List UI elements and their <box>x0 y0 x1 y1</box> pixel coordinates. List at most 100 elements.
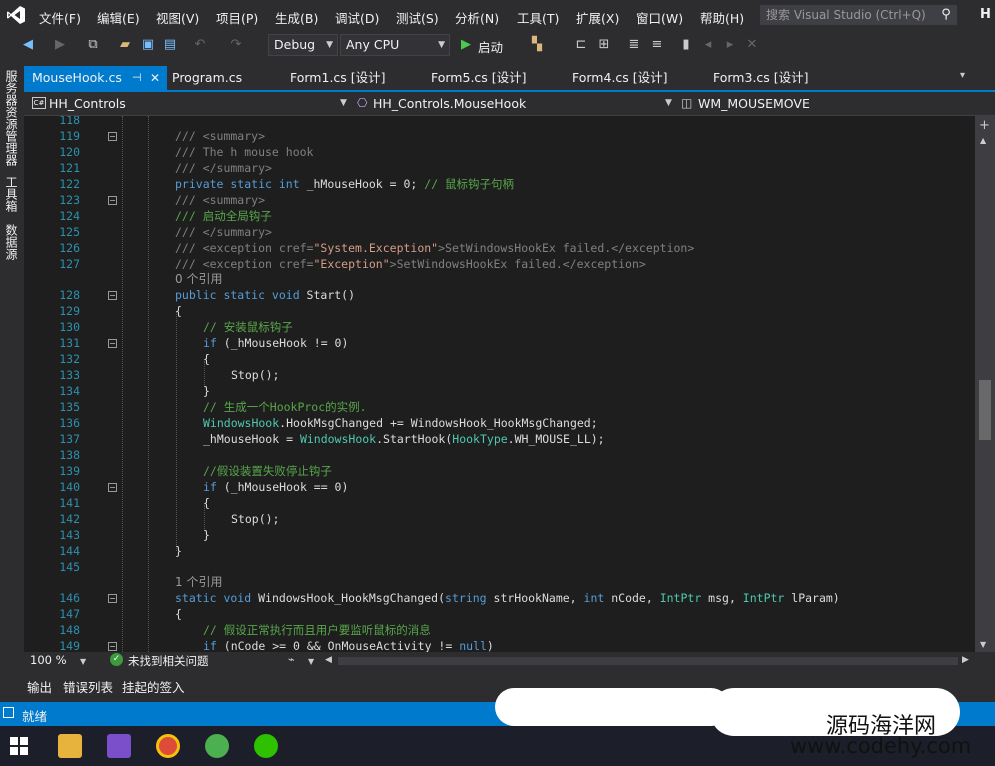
tab-form3[interactable]: Form3.cs [设计] <box>713 66 809 90</box>
indent-guide <box>148 116 149 652</box>
next-bookmark-icon[interactable]: ▸ <box>722 37 738 53</box>
new-project-icon[interactable]: ⧉ <box>85 37 101 53</box>
scroll-left-icon[interactable]: ◀ <box>325 655 332 665</box>
open-folder-icon[interactable]: ▰ <box>117 37 133 53</box>
search-input[interactable]: 搜索 Visual Studio (Ctrl+Q) <box>760 5 935 25</box>
fold-collapse-icon[interactable]: − <box>108 196 117 205</box>
chevron-down-icon[interactable]: ▼ <box>340 98 347 108</box>
bookmark-icon[interactable]: ▮ <box>678 37 694 53</box>
scroll-down-icon[interactable]: ▼ <box>980 640 986 649</box>
wechat-icon[interactable] <box>254 734 278 758</box>
menu-test[interactable]: 测试(S) <box>396 8 439 27</box>
start-icon[interactable]: ▶ <box>458 37 474 53</box>
scroll-right-icon[interactable]: ▶ <box>962 655 969 665</box>
menu-help[interactable]: 帮助(H) <box>700 8 744 27</box>
save-all-icon[interactable]: ▤ <box>162 37 178 53</box>
codelens-references[interactable]: 0 个引用 <box>175 271 222 287</box>
menu-extensions[interactable]: 扩展(X) <box>576 8 619 27</box>
attach-icon[interactable]: ▚ <box>529 37 545 53</box>
menu-window[interactable]: 窗口(W) <box>636 8 683 27</box>
step-icon[interactable]: ⊏ <box>573 37 589 53</box>
tab-form5[interactable]: Form5.cs [设计] <box>431 66 527 90</box>
tab-pending-checkins[interactable]: 挂起的签入 <box>122 677 185 696</box>
field-icon: ◫ <box>681 96 693 110</box>
menu-file[interactable]: 文件(F) <box>39 8 81 27</box>
fold-collapse-icon[interactable]: − <box>108 132 117 141</box>
scroll-up-icon[interactable]: ▲ <box>980 136 986 145</box>
back-icon[interactable]: ◀ <box>20 37 36 53</box>
zoom-level[interactable]: 100 % <box>30 653 67 667</box>
start-button[interactable]: 启动 <box>478 37 503 56</box>
code-line: //假设装置失败停止钩子 <box>203 464 332 478</box>
code-line: } <box>175 544 182 558</box>
menu-analyze[interactable]: 分析(N) <box>455 8 499 27</box>
line-number: 145 <box>59 560 80 574</box>
code-line: { <box>175 304 182 318</box>
menu-view[interactable]: 视图(V) <box>156 8 199 27</box>
line-number: 126 <box>59 241 80 255</box>
data-sources-tab[interactable]: 数据源 <box>4 224 18 260</box>
toolbox-tab[interactable]: 工具箱 <box>4 176 18 212</box>
code-line: { <box>203 352 210 366</box>
tab-mousehook[interactable]: MouseHook.cs ⊣ ✕ <box>24 66 167 90</box>
line-number: 146 <box>59 591 80 605</box>
code-editor[interactable]: 118 119 120 121 122 123 124 125 126 127 … <box>24 116 975 652</box>
clear-bookmarks-icon[interactable]: ✕ <box>744 37 760 53</box>
tab-form1[interactable]: Form1.cs [设计] <box>290 66 386 90</box>
codelens-references[interactable]: 1 个引用 <box>175 574 222 590</box>
member-dropdown[interactable]: WM_MOUSEMOVE <box>698 93 810 115</box>
chrome-icon[interactable] <box>156 734 180 758</box>
user-avatar[interactable]: H <box>980 7 991 22</box>
platform-select[interactable]: Any CPU ▼ <box>340 34 450 56</box>
server-explorer-tab[interactable]: 服务器资源管理器 <box>4 70 18 166</box>
layout-icon[interactable]: ⊞ <box>596 37 612 53</box>
save-icon[interactable]: ▣ <box>140 37 156 53</box>
code-line: if (_hMouseHook == 0) <box>203 480 349 494</box>
fold-collapse-icon[interactable]: − <box>108 339 117 348</box>
uncomment-icon[interactable]: ≡ <box>649 37 665 53</box>
search-icon[interactable]: ⚲ <box>935 5 957 25</box>
code-line: Stop(); <box>231 512 280 526</box>
undo-icon[interactable]: ↶ <box>192 37 208 53</box>
tab-program[interactable]: Program.cs <box>172 66 242 90</box>
wifi-app-icon[interactable] <box>205 734 229 758</box>
scrollbar-thumb[interactable] <box>979 380 991 440</box>
issues-status[interactable]: 未找到相关问题 <box>128 653 209 669</box>
menu-edit[interactable]: 编辑(E) <box>97 8 140 27</box>
code-line: static void WindowsHook_HookMsgChanged(s… <box>175 591 840 605</box>
tab-overflow-icon[interactable]: ▾ <box>960 70 965 81</box>
line-number: 144 <box>59 544 80 558</box>
tab-form4[interactable]: Form4.cs [设计] <box>572 66 668 90</box>
chevron-down-icon[interactable]: ▼ <box>308 657 314 666</box>
chevron-down-icon[interactable]: ▼ <box>80 657 86 666</box>
menu-project[interactable]: 项目(P) <box>216 8 258 27</box>
code-line: if (_hMouseHook != 0) <box>203 336 349 350</box>
pin-icon[interactable]: ⊣ <box>132 66 142 90</box>
horizontal-scrollbar[interactable] <box>338 657 958 665</box>
fold-collapse-icon[interactable]: − <box>108 642 117 651</box>
file-explorer-icon[interactable] <box>58 734 82 758</box>
line-number: 131 <box>59 336 80 350</box>
close-icon[interactable]: ✕ <box>150 66 160 90</box>
menu-build[interactable]: 生成(B) <box>275 8 318 27</box>
fold-collapse-icon[interactable]: − <box>108 483 117 492</box>
tab-output[interactable]: 输出 <box>27 677 52 696</box>
visual-studio-taskbar-icon[interactable] <box>107 734 131 758</box>
fold-collapse-icon[interactable]: − <box>108 594 117 603</box>
menu-debug[interactable]: 调试(D) <box>335 8 379 27</box>
comment-icon[interactable]: ≣ <box>626 37 642 53</box>
forward-icon[interactable]: ▶ <box>52 37 68 53</box>
config-select[interactable]: Debug ▼ <box>268 34 338 56</box>
tab-error-list[interactable]: 错误列表 <box>63 677 113 696</box>
windows-start-icon[interactable] <box>10 737 28 755</box>
redo-icon[interactable]: ↷ <box>228 37 244 53</box>
prev-bookmark-icon[interactable]: ◂ <box>700 37 716 53</box>
brush-icon[interactable]: ⌁ <box>288 653 295 666</box>
fold-collapse-icon[interactable]: − <box>108 291 117 300</box>
project-dropdown[interactable]: HH_Controls <box>49 93 126 115</box>
visual-studio-logo-icon[interactable] <box>6 5 26 25</box>
type-dropdown[interactable]: HH_Controls.MouseHook <box>373 93 526 115</box>
split-icon[interactable]: + <box>979 118 990 133</box>
chevron-down-icon[interactable]: ▼ <box>665 98 672 108</box>
menu-tools[interactable]: 工具(T) <box>517 8 559 27</box>
